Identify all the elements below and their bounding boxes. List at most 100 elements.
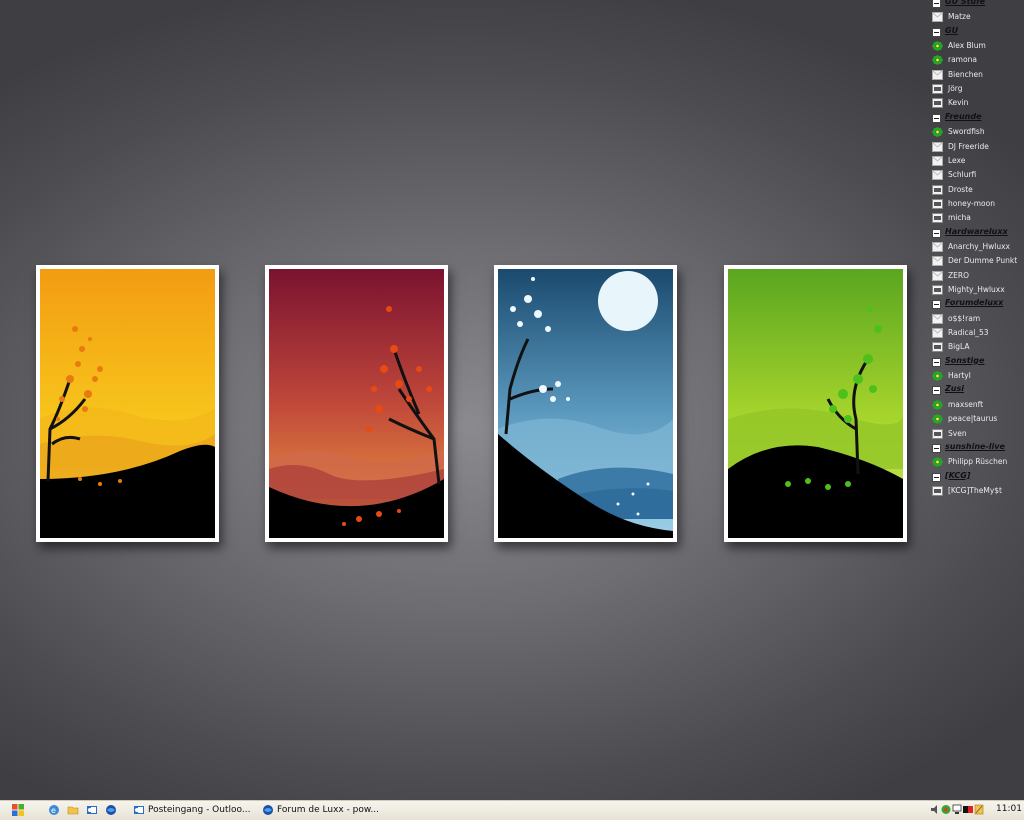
collapse-icon[interactable] <box>932 386 941 396</box>
buddy-contact[interactable]: Kevin <box>928 97 1024 110</box>
buddy-contact-name: Schlurfi <box>948 170 977 180</box>
buddy-contact-name: Kevin <box>948 98 969 108</box>
buddy-contact[interactable]: ZERO <box>928 270 1024 283</box>
outlook-icon <box>133 804 145 816</box>
online-flower-icon <box>932 41 943 51</box>
svg-text:e: e <box>51 806 56 815</box>
buddy-contact-name: Jörg <box>948 84 963 94</box>
online-flower-icon <box>932 371 943 381</box>
wallpaper-card-winter-blue <box>494 265 677 542</box>
buddy-contact[interactable]: Droste <box>928 184 1024 197</box>
taskbar-task-outlook[interactable]: Posteingang - Outloo... <box>133 803 253 818</box>
away-status-icon <box>932 213 943 224</box>
buddy-contact[interactable]: Philipp Rüschen <box>928 456 1024 469</box>
buddy-contact[interactable]: DJ Freeride <box>928 141 1024 154</box>
away-status-icon <box>932 84 943 95</box>
buddy-contact[interactable]: Matze <box>928 11 1024 24</box>
buddy-contact[interactable]: Radical_53 <box>928 327 1024 340</box>
buddy-group[interactable]: [KCG] <box>928 471 1024 484</box>
buddy-contact[interactable]: Schlurfi <box>928 169 1024 182</box>
buddy-contact[interactable]: Lexe <box>928 155 1024 168</box>
buddy-contact[interactable]: BigLA <box>928 341 1024 354</box>
buddy-group[interactable]: Forumdeluxx <box>928 298 1024 311</box>
folder-icon[interactable] <box>67 804 79 816</box>
message-status-icon <box>932 170 943 181</box>
collapse-icon[interactable] <box>932 357 941 367</box>
buddy-contact[interactable]: Der Dumme Punkt <box>928 255 1024 268</box>
desktop: GU Stufe Matze GU Alex Blum ramona Bienchen Jö… <box>0 0 1024 800</box>
collapse-icon[interactable] <box>932 0 941 8</box>
buddy-group[interactable]: Zusi <box>928 384 1024 397</box>
collapse-icon[interactable] <box>932 228 941 238</box>
buddy-group[interactable]: Sonstige <box>928 356 1024 369</box>
collapse-icon[interactable] <box>932 300 941 310</box>
buddy-contact[interactable]: [KCG]TheMy$t <box>928 485 1024 498</box>
outlook-icon[interactable] <box>86 804 98 816</box>
buddy-contact-name: BigLA <box>948 342 970 352</box>
buddy-contact[interactable]: maxsenft <box>928 399 1024 412</box>
buddy-contact[interactable]: Alex Blum <box>928 40 1024 53</box>
icq-flower-icon[interactable] <box>941 804 951 815</box>
buddy-group[interactable]: GU Stufe <box>928 0 1024 10</box>
buddy-group[interactable]: GU <box>928 26 1024 39</box>
browser-globe-icon[interactable] <box>105 804 117 816</box>
task-label: Forum de Luxx - pow... <box>277 805 380 815</box>
buddy-contact[interactable]: peace|taurus <box>928 413 1024 426</box>
wallpaper-card-autumn-red <box>265 265 448 542</box>
online-flower-icon <box>932 399 943 410</box>
start-button[interactable] <box>12 804 24 816</box>
task-label: Posteingang - Outloo... <box>148 805 251 815</box>
buddy-contact[interactable]: ramona <box>928 54 1024 67</box>
message-status-icon <box>932 155 943 166</box>
buddy-contact[interactable]: Mighty_Hwluxx <box>928 284 1024 297</box>
buddy-group[interactable]: Hardwareluxx <box>928 227 1024 240</box>
collapse-icon[interactable] <box>932 27 941 37</box>
message-status-icon <box>932 313 943 324</box>
buddy-contact[interactable]: Bienchen <box>928 69 1024 82</box>
buddy-contact[interactable]: micha <box>928 212 1024 225</box>
wallpaper-card-autumn-yellow <box>36 265 219 542</box>
taskbar: e Posteingang - Outloo... Forum de Luxx … <box>0 800 1024 820</box>
notes-icon[interactable] <box>974 804 984 815</box>
network-icon[interactable] <box>963 804 973 815</box>
online-flower-icon <box>932 457 943 467</box>
wallpaper-card-spring-green <box>724 265 907 542</box>
buddy-contact-name: Sven <box>948 428 967 438</box>
buddy-contact-name: Swordfish <box>948 127 985 137</box>
message-status-icon <box>932 241 943 252</box>
buddy-contact-name: Matze <box>948 12 971 22</box>
message-status-icon <box>932 141 943 152</box>
collapse-icon[interactable] <box>932 443 941 453</box>
volume-icon[interactable] <box>930 804 940 815</box>
away-status-icon <box>932 342 943 353</box>
buddy-contact[interactable]: Swordfish <box>928 126 1024 139</box>
buddy-contact[interactable]: Jörg <box>928 83 1024 96</box>
buddy-contact[interactable]: o$$!ram <box>928 313 1024 326</box>
clock[interactable]: 11:01 <box>996 804 1022 814</box>
away-status-icon <box>932 98 943 109</box>
message-status-icon <box>932 12 943 23</box>
monitor-icon[interactable] <box>952 804 962 815</box>
buddy-contact-name: micha <box>948 213 971 223</box>
buddy-group-name: Sonstige <box>945 355 985 365</box>
collapse-icon[interactable] <box>932 113 941 123</box>
buddy-contact[interactable]: Hartyl <box>928 370 1024 383</box>
buddy-group[interactable]: Freunde <box>928 112 1024 125</box>
buddy-contact-name: o$$!ram <box>948 313 981 323</box>
buddy-contact-name: maxsenft <box>948 399 984 409</box>
buddy-group-name: Hardwareluxx <box>945 226 1008 236</box>
internet-explorer-icon[interactable]: e <box>48 804 60 816</box>
buddy-contact-name: DJ Freeride <box>948 141 989 151</box>
buddy-contact[interactable]: Anarchy_Hwluxx <box>928 241 1024 254</box>
collapse-icon[interactable] <box>932 472 941 482</box>
message-status-icon <box>932 328 943 339</box>
taskbar-task-forum[interactable]: Forum de Luxx - pow... <box>262 803 382 818</box>
buddy-group[interactable]: sunshine-live <box>928 442 1024 455</box>
buddy-contact[interactable]: honey-moon <box>928 198 1024 211</box>
spring-green-illustration <box>728 269 903 538</box>
away-status-icon <box>932 485 943 496</box>
autumn-yellow-illustration <box>40 269 215 538</box>
buddy-group-name: GU Stufe <box>945 0 986 6</box>
buddy-contact[interactable]: Sven <box>928 428 1024 441</box>
buddy-contact-name: Der Dumme Punkt <box>948 256 1018 266</box>
